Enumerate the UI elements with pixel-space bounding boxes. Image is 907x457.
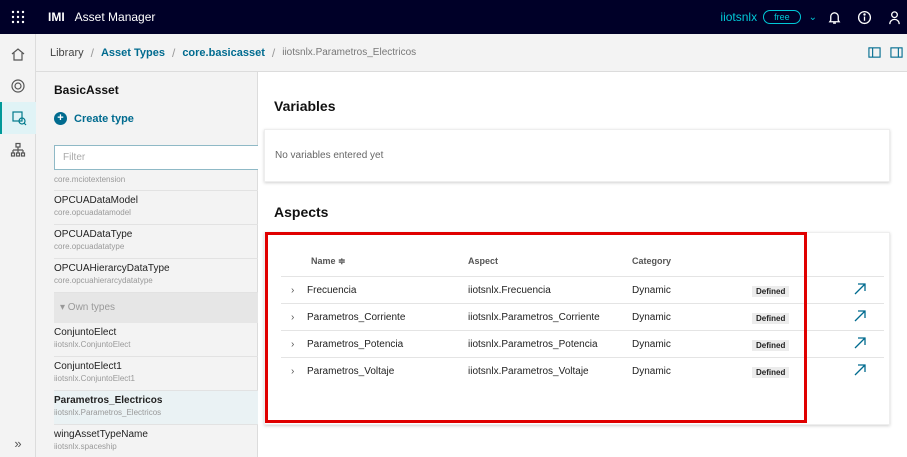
list-item[interactable]: OPCUADataModel core.opcuadatamodel — [54, 191, 284, 225]
plus-icon: + — [54, 112, 67, 125]
open-link-arrow-icon[interactable] — [853, 282, 867, 296]
split-view-icon[interactable] — [863, 42, 885, 64]
type-tree-panel: BasicAsset + Create type Filter core.mci… — [36, 72, 290, 457]
tenant-name[interactable]: iiotsnlx — [720, 10, 757, 24]
panel-title: BasicAsset — [54, 83, 119, 97]
open-link-arrow-icon[interactable] — [853, 309, 867, 323]
list-item-name: OPCUADataType — [54, 229, 133, 240]
hierarchy-icon[interactable] — [0, 134, 36, 166]
list-item-name: OPCUAHierarcyDataType — [54, 263, 170, 274]
list-item-id: iiotsnlx.Parametros_Electricos — [54, 408, 162, 417]
list-item-name: Parametros_Electricos — [54, 395, 163, 406]
asset-icon[interactable] — [0, 70, 36, 102]
user-icon[interactable] — [881, 0, 907, 34]
asset-types-icon[interactable] — [0, 102, 36, 134]
list-item-selected[interactable]: Parametros_Electricos iiotsnlx.Parametro… — [54, 391, 284, 425]
home-icon[interactable] — [0, 38, 36, 70]
breadcrumb-core-basicasset[interactable]: core.basicasset — [182, 47, 265, 59]
list-item[interactable]: ConjuntoElect1 iiotsnlx.ConjuntoElect1 — [54, 357, 284, 391]
list-item-name: OPCUADataModel — [54, 195, 138, 206]
list-item-id: iiotsnlx.ConjuntoElect1 — [54, 374, 135, 383]
variables-card: No variables entered yet — [264, 129, 890, 182]
aspects-title: Aspects — [274, 204, 329, 220]
expand-rail-button[interactable]: » — [0, 436, 36, 451]
info-icon[interactable] — [851, 0, 877, 34]
list-item-id: iiotsnlx.ConjuntoElect — [54, 340, 131, 349]
list-item-id: iiotsnlx.spaceship — [54, 442, 117, 451]
list-item[interactable]: OPCUADataType core.opcuadatatype — [54, 225, 284, 259]
list-item-id: core.mciotextension — [54, 175, 126, 184]
breadcrumb-separator: / — [171, 45, 176, 60]
breadcrumb-library[interactable]: Library — [50, 47, 84, 59]
breadcrumb: Library / Asset Types / core.basicasset … — [36, 34, 907, 72]
list-item-name: wingAssetTypeName — [54, 429, 148, 440]
list-item[interactable]: OPCUAHierarcyDataType core.opcuahierarcy… — [54, 259, 284, 293]
highlight-annotation-box — [265, 232, 807, 423]
list-item-name: ConjuntoElect — [54, 327, 117, 338]
list-item-name: ConjuntoElect1 — [54, 361, 122, 372]
open-link-arrow-icon[interactable] — [853, 336, 867, 350]
type-list: core.mciotextension OPCUADataModel core.… — [54, 175, 284, 457]
create-type-label: Create type — [74, 112, 134, 125]
bell-icon[interactable] — [821, 0, 847, 34]
breadcrumb-asset-types[interactable]: Asset Types — [101, 47, 165, 59]
create-type-button[interactable]: + Create type — [54, 112, 134, 125]
detail-panel-icon[interactable] — [885, 42, 907, 64]
variables-title: Variables — [274, 98, 336, 114]
open-link-arrow-icon[interactable] — [853, 363, 867, 377]
variables-empty-text: No variables entered yet — [275, 150, 384, 161]
apps-grid-icon[interactable] — [0, 0, 36, 34]
list-item-id: core.opcuadatatype — [54, 242, 125, 251]
breadcrumb-separator: / — [90, 45, 94, 60]
list-item-id: core.opcuahierarcydatatype — [54, 276, 153, 285]
app-title: Asset Manager — [74, 10, 156, 24]
filter-input[interactable]: Filter — [54, 145, 285, 170]
plan-badge: free — [763, 10, 801, 24]
list-item[interactable]: wingAssetTypeName iiotsnlx.spaceship — [54, 425, 284, 457]
left-nav-rail: » — [0, 34, 36, 457]
brand-label: IMI — [48, 10, 65, 24]
list-item[interactable]: core.mciotextension — [54, 175, 284, 191]
tenant-chevron-down-icon[interactable]: ⌄ — [809, 12, 817, 23]
breadcrumb-current: iiotsnlx.Parametros_Electricos — [282, 47, 417, 58]
top-bar: IMI Asset Manager iiotsnlx free ⌄ — [0, 0, 907, 34]
list-item-id: core.opcuadatamodel — [54, 208, 131, 217]
own-types-group-header[interactable]: ▾ Own types — [54, 293, 284, 323]
list-item[interactable]: ConjuntoElect iiotsnlx.ConjuntoElect — [54, 323, 284, 357]
breadcrumb-separator: / — [271, 45, 276, 60]
